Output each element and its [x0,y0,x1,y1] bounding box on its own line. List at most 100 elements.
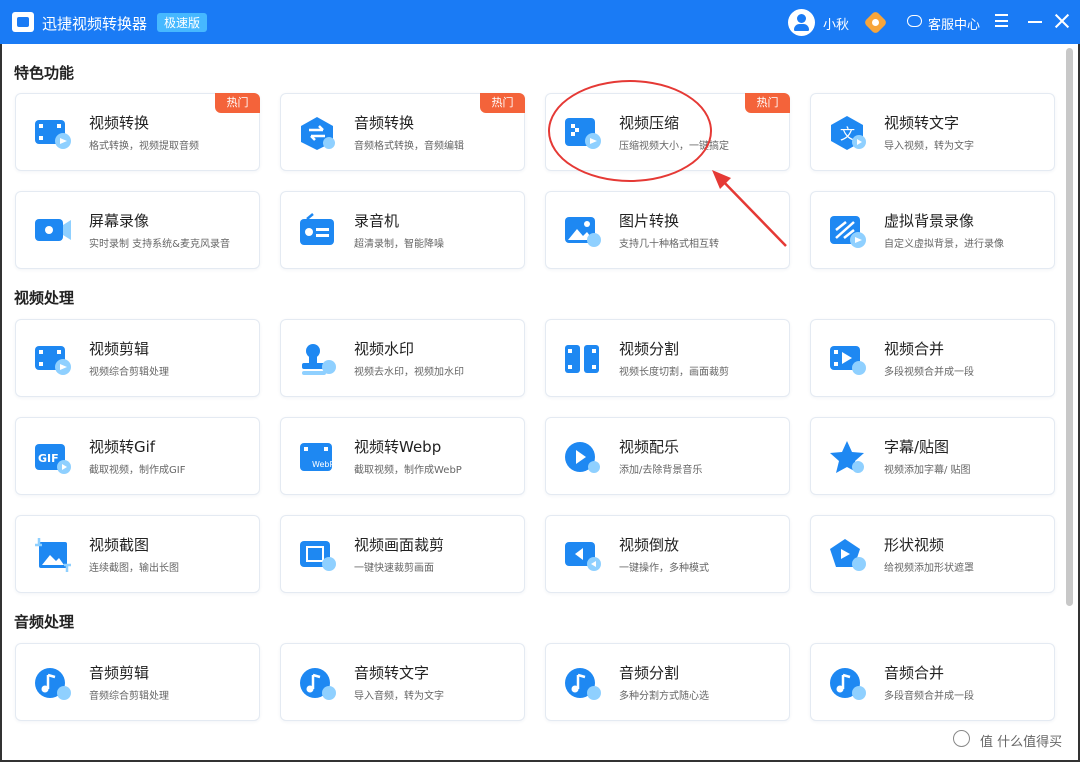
subtitle-sticker-icon-graphic [830,441,864,473]
username[interactable]: 小秋 [823,14,849,33]
card-title: 视频截图 [89,536,150,554]
card-title: 图片转换 [619,212,680,230]
card-description: 支持几十种格式相互转 [619,239,719,250]
service-center-link[interactable]: 客服中心 [928,14,980,33]
card-title: 录音机 [354,212,400,230]
recorder-icon-graphic [300,213,334,245]
card-video-music[interactable]: 视频配乐 添加/去除背景音乐 [545,417,790,495]
card-video-to-text[interactable]: 文视频转文字 导入视频，转为文字 [810,93,1055,171]
card-video-reverse[interactable]: 视频倒放 一键操作，多种模式 [545,515,790,593]
card-title: 视频合并 [884,340,945,358]
card-recorder[interactable]: 录音机 超清录制，智能降噪 [280,191,525,269]
image-convert-icon-graphic [565,217,601,247]
scrollbar[interactable] [1066,48,1073,606]
video-screenshot-icon [34,537,72,573]
card-description: 实时录制 支持系统&麦克风录音 [89,239,230,250]
video-split-icon-graphic [565,345,599,373]
audio-edit-icon-graphic [35,668,71,700]
app-title: 迅捷视频转换器 [42,15,148,33]
video-split-icon [564,341,602,377]
card-title: 虚拟背景录像 [884,212,975,230]
user-avatar-icon[interactable] [788,9,815,36]
video-music-icon [564,439,602,475]
video-to-text-icon-graphic: 文 [831,116,866,150]
section-title: 视频处理 [14,289,75,307]
card-video-split[interactable]: 视频分割 视频长度切割，画面裁剪 [545,319,790,397]
menu-icon[interactable] [995,14,1008,27]
gif-icon-graphic: GIF [35,444,71,474]
card-title: 视频剪辑 [89,340,150,358]
video-convert-icon-graphic [35,120,71,149]
card-video-watermark[interactable]: 视频水印 视频去水印，视频加水印 [280,319,525,397]
card-description: 视频长度切割，画面裁剪 [619,367,729,378]
recorder-icon [299,213,337,249]
svg-text:GIF: GIF [38,452,59,465]
card-audio-to-text[interactable]: 音频转文字 导入音频，转为文字 [280,643,525,721]
card-screen-record[interactable]: 屏幕录像实时录制 支持系统&麦克风录音 [15,191,260,269]
title-bar: 迅捷视频转换器 极速版 小秋 客服中心 [0,0,1080,44]
virtual-background-icon-graphic [830,216,866,248]
card-video-edit[interactable]: 视频剪辑视频综合剪辑处理 [15,319,260,397]
video-edit-icon-graphic [35,346,71,375]
chat-icon[interactable] [907,15,922,27]
card-title: 视频画面裁剪 [354,536,445,554]
watermark-logo-icon [953,730,970,747]
hot-badge: 热门 [480,93,525,113]
card-description: 截取视频，制作成WebP [354,465,462,476]
audio-split-icon-graphic [565,668,601,700]
card-title: 音频合并 [884,664,945,682]
card-audio-split[interactable]: 音频分割 多种分割方式随心选 [545,643,790,721]
card-title: 音频转文字 [354,664,430,682]
card-virtual-background[interactable]: 虚拟背景录像自定义虚拟背景，进行录像 [810,191,1055,269]
card-description: 一键快速裁剪画面 [354,563,434,574]
card-audio-convert[interactable]: 音频转换音频格式转换，音频编辑 热门 [280,93,525,171]
card-video-convert[interactable]: 视频转换 格式转换，视频提取音频 热门 [15,93,260,171]
audio-to-text-icon [299,665,337,701]
card-shape-video[interactable]: 形状视频 给视频添加形状遮罩 [810,515,1055,593]
video-edit-icon [34,341,72,377]
card-description: 连续截图，输出长图 [89,563,179,574]
card-description: 音频格式转换，音频编辑 [354,141,464,152]
card-title: 视频转文字 [884,114,960,132]
hot-badge: 热门 [215,93,260,113]
card-description: 多种分割方式随心选 [619,691,709,702]
section-title: 特色功能 [14,64,75,82]
app-logo-icon [12,12,34,32]
video-merge-icon-graphic [830,346,866,375]
card-audio-merge[interactable]: 音频合并 多段音频合并成一段 [810,643,1055,721]
card-video-to-gif[interactable]: GIF 视频转Gif 截取视频，制作成GIF [15,417,260,495]
video-reverse-icon [564,537,602,573]
card-description: 自定义虚拟背景，进行录像 [884,239,1004,250]
shape-video-icon [829,537,867,573]
video-merge-icon [829,341,867,377]
card-description: 视频综合剪辑处理 [89,367,169,378]
video-crop-icon-graphic [300,541,336,571]
gif-icon: GIF [34,439,72,475]
hot-badge: 热门 [745,93,790,113]
card-video-screenshot[interactable]: 视频截图连续截图，输出长图 [15,515,260,593]
minimize-icon[interactable] [1028,21,1042,23]
card-video-to-webp[interactable]: WebP 视频转Webp 截取视频，制作成WebP [280,417,525,495]
card-description: 视频添加字幕/ 贴图 [884,465,971,476]
card-title: 视频转Gif [89,438,156,456]
video-watermark-icon-graphic [302,344,336,375]
card-description: 格式转换，视频提取音频 [89,141,199,152]
card-description: 截取视频，制作成GIF [89,465,186,476]
card-image-convert[interactable]: 图片转换支持几十种格式相互转 [545,191,790,269]
vip-icon[interactable] [863,10,888,35]
video-reverse-icon-graphic [565,542,601,571]
close-icon[interactable] [1054,13,1070,29]
section-title: 音频处理 [14,613,75,631]
edition-badge: 极速版 [157,13,208,32]
card-title: 屏幕录像 [89,212,150,230]
card-title: 音频转换 [354,114,415,132]
webp-icon-graphic: WebP [300,443,334,471]
card-subtitle-sticker[interactable]: 字幕/贴图 视频添加字幕/ 贴图 [810,417,1055,495]
video-crop-icon [299,537,337,573]
audio-convert-icon [299,115,337,151]
card-description: 一键操作，多种模式 [619,563,709,574]
card-video-crop[interactable]: 视频画面裁剪一键快速裁剪画面 [280,515,525,593]
card-audio-edit[interactable]: 音频剪辑 音频综合剪辑处理 [15,643,260,721]
audio-merge-icon [829,665,867,701]
card-video-merge[interactable]: 视频合并 多段视频合并成一段 [810,319,1055,397]
